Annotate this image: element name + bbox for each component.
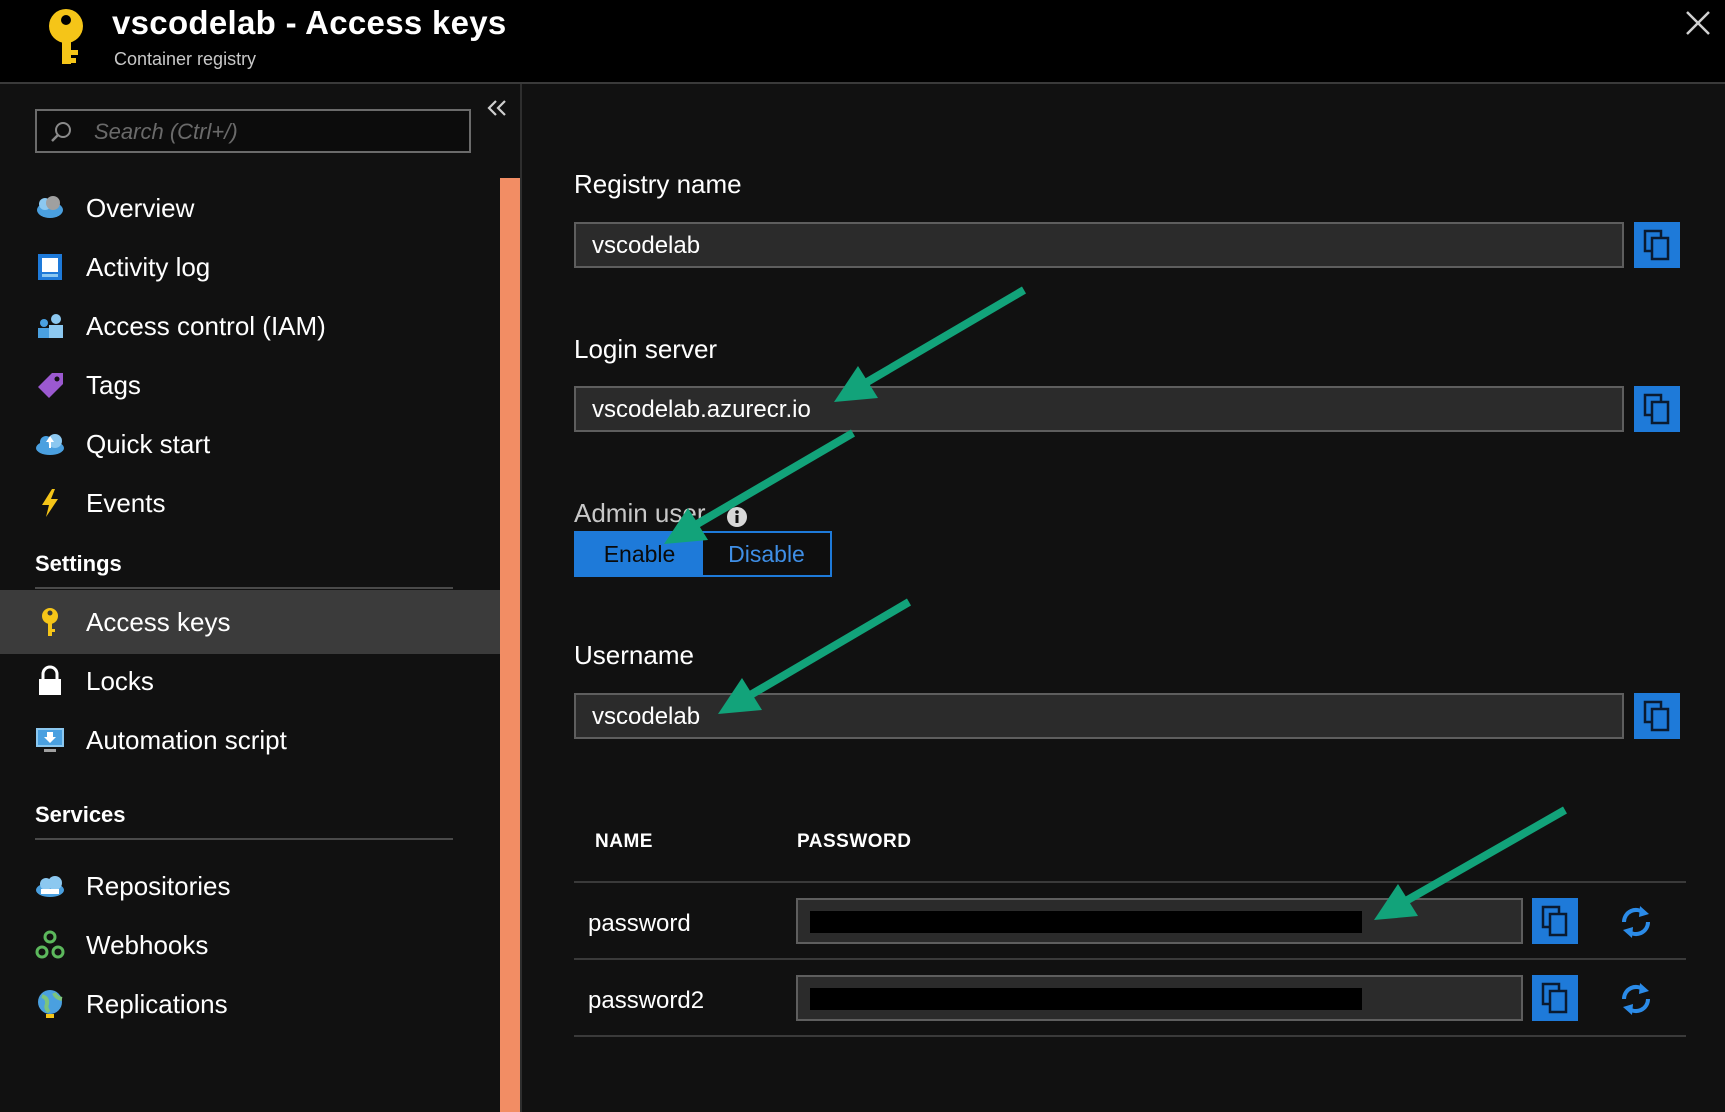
page-title: vscodelab - Access keys — [112, 4, 507, 41]
copy-password2-button[interactable] — [1532, 975, 1578, 1021]
access-keys-content: Registry name vscodelab Login server vsc… — [522, 84, 1725, 1112]
redacted-password — [810, 911, 1362, 933]
menu-scrollbar[interactable] — [500, 178, 522, 1112]
admin-user-toggle: Enable Disable — [574, 531, 832, 577]
key-icon — [42, 608, 58, 636]
sidebar-item-label: Quick start — [86, 429, 211, 459]
copy-username-button[interactable] — [1634, 693, 1680, 739]
sidebar-item-tags[interactable]: Tags — [0, 353, 500, 417]
sidebar-item-webhooks[interactable]: Webhooks — [0, 913, 500, 977]
copy-password-button[interactable] — [1532, 898, 1578, 944]
monitor-download-icon — [36, 728, 64, 752]
tag-icon — [38, 373, 63, 398]
resource-menu: Overview Activity log Access control (IA… — [0, 84, 522, 1112]
sidebar-item-events[interactable]: Events — [0, 471, 500, 535]
webhook-icon — [35, 930, 65, 959]
people-icon — [38, 314, 63, 338]
table-divider — [574, 1035, 1686, 1037]
sidebar-item-label: Activity log — [86, 252, 211, 282]
section-divider — [35, 838, 453, 840]
column-header-name: NAME — [595, 831, 653, 852]
admin-disable-option[interactable]: Disable — [703, 533, 830, 575]
column-header-password: PASSWORD — [797, 831, 912, 852]
registry-name-label: Registry name — [574, 169, 742, 199]
admin-enable-option[interactable]: Enable — [576, 533, 703, 575]
sidebar-item-label: Tags — [86, 370, 141, 400]
close-icon[interactable] — [1683, 8, 1713, 38]
blade-header: vscodelab - Access keys Container regist… — [0, 0, 1725, 84]
username-field[interactable]: vscodelab — [574, 693, 1624, 739]
sidebar-item-automation-script[interactable]: Automation script — [0, 708, 500, 772]
sidebar-item-label: Locks — [86, 666, 154, 696]
admin-user-label: Admin user — [574, 498, 706, 528]
sidebar-item-replications[interactable]: Replications — [0, 972, 500, 1036]
services-section-title: Services — [35, 802, 126, 827]
sidebar-item-label: Events — [86, 488, 166, 518]
sidebar-item-label: Access keys — [86, 607, 231, 637]
page-subtitle: Container registry — [114, 49, 257, 69]
info-icon[interactable] — [726, 506, 748, 528]
table-divider — [574, 958, 1686, 960]
password2-field[interactable] — [796, 975, 1523, 1021]
password-field[interactable] — [796, 898, 1523, 944]
sidebar-item-label: Overview — [86, 193, 195, 223]
sidebar-item-overview[interactable]: Overview — [0, 176, 500, 240]
copy-registry-name-button[interactable] — [1634, 222, 1680, 268]
password2-row-name: password2 — [588, 987, 705, 1014]
sidebar-item-locks[interactable]: Locks — [0, 649, 500, 713]
login-server-field[interactable]: vscodelab.azurecr.io — [574, 386, 1624, 432]
cloud-overview-icon — [37, 196, 63, 218]
sidebar-item-label: Repositories — [86, 871, 231, 901]
copy-icon — [1643, 229, 1670, 261]
sidebar-item-quick-start[interactable]: Quick start — [0, 412, 500, 476]
copy-icon — [1643, 393, 1670, 425]
sidebar-item-access-keys[interactable]: Access keys — [0, 590, 500, 654]
copy-icon — [1643, 700, 1670, 732]
copy-icon — [1541, 905, 1568, 937]
lock-icon — [39, 665, 61, 695]
sidebar-item-label: Automation script — [86, 725, 287, 755]
globe-icon — [38, 990, 63, 1018]
search-input[interactable] — [92, 117, 456, 147]
activity-log-icon — [38, 254, 62, 280]
regenerate-icon[interactable] — [1616, 902, 1656, 942]
regenerate-icon[interactable] — [1616, 979, 1656, 1019]
login-server-label: Login server — [574, 334, 718, 364]
redacted-password — [810, 988, 1362, 1010]
menu-search-box[interactable] — [35, 109, 471, 153]
lightning-icon — [42, 489, 58, 517]
cloud-repo-icon — [36, 876, 64, 897]
registry-name-field[interactable]: vscodelab — [574, 222, 1624, 268]
table-divider — [574, 881, 1686, 883]
sidebar-item-activity-log[interactable]: Activity log — [0, 235, 500, 299]
password-row-name: password — [588, 910, 691, 937]
section-divider — [35, 587, 453, 589]
sidebar-item-access-control[interactable]: Access control (IAM) — [0, 294, 500, 358]
copy-login-server-button[interactable] — [1634, 386, 1680, 432]
sidebar-item-label: Access control (IAM) — [86, 311, 326, 341]
sidebar-item-label: Webhooks — [86, 930, 209, 960]
cloud-quickstart-icon — [36, 434, 64, 455]
key-icon — [49, 9, 83, 64]
sidebar-item-label: Replications — [86, 989, 228, 1019]
settings-section-title: Settings — [35, 551, 122, 576]
double-chevron-left-icon[interactable] — [484, 96, 510, 122]
copy-icon — [1541, 982, 1568, 1014]
sidebar-item-repositories[interactable]: Repositories — [0, 854, 500, 918]
search-icon — [51, 122, 71, 142]
username-label: Username — [574, 640, 694, 670]
